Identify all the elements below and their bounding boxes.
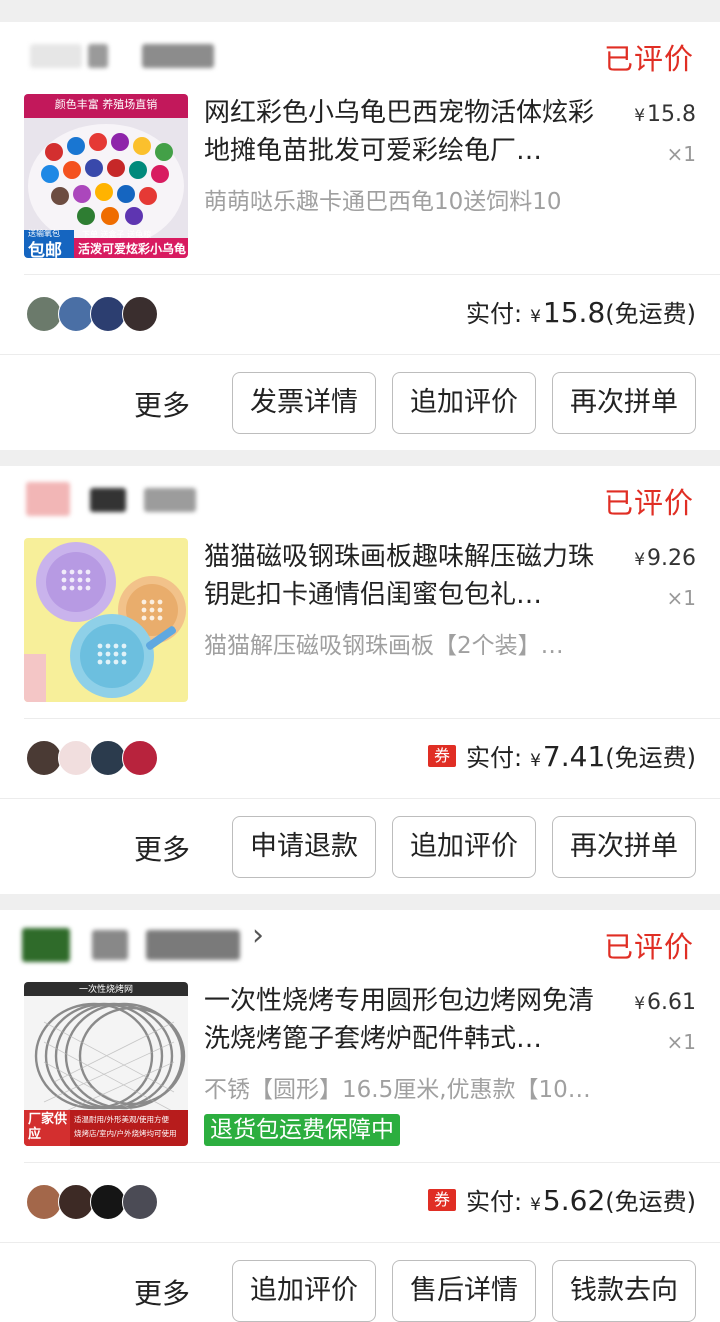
quantity: ×1 — [666, 142, 696, 166]
request-refund-button[interactable]: 申请退款 — [232, 816, 376, 878]
paid-amount: 实付: ¥ 15.8 (免运费) — [466, 296, 696, 329]
thumb-bottom-sub: 烧烤店/室内/户外烧烤均可使用 — [74, 1129, 177, 1138]
refund-tracking-button[interactable]: 钱款去向 — [552, 1260, 696, 1322]
avatar — [26, 1184, 62, 1220]
after-sales-details-button[interactable]: 售后详情 — [392, 1260, 536, 1322]
unit-price: ¥9.26 — [634, 546, 696, 571]
coupon-badge: 券 — [428, 744, 456, 767]
product-image[interactable]: 一次性烧烤网 厂家供应 适温耐用/外形美观/使用方便 烧烤店/室内/户外烧烤均可… — [24, 982, 188, 1146]
product-title[interactable]: 猫猫磁吸钢珠画板趣味解压磁力珠钥匙扣卡通情侣闺蜜包包礼… — [204, 538, 604, 614]
reorder-button[interactable]: 再次拼单 — [552, 372, 696, 434]
thumb-badge: 厂家供应 — [28, 1112, 68, 1142]
order-card-3: › 已评价 一次性烧烤网 厂家供应 适温耐用/外形美观/使用方便 烧烤店/室内/… — [0, 910, 720, 1322]
avatar — [122, 1184, 158, 1220]
avatar — [58, 296, 94, 332]
more-button[interactable]: 更多 — [134, 828, 190, 868]
avatar — [26, 740, 62, 776]
avatar — [58, 740, 94, 776]
return-shipping-guarantee-badge: 退货包运费保障中 — [204, 1114, 400, 1146]
group-avatars[interactable] — [26, 296, 176, 332]
shop-avatar-blurred — [22, 928, 70, 962]
thumb-bottom-text: 活泼可爱炫彩小乌龟 — [78, 242, 187, 256]
order-status: 已评价 — [603, 42, 694, 76]
quantity: ×1 — [666, 1030, 696, 1054]
paid-amount: 券 实付: ¥ 5.62 (免运费) — [428, 1182, 696, 1217]
shop-name-blurred — [146, 930, 240, 960]
divider — [24, 1162, 720, 1163]
divider — [24, 718, 720, 719]
add-review-button[interactable]: 追加评价 — [392, 372, 536, 434]
paid-amount: 券 实付: ¥ 7.41 (免运费) — [428, 738, 696, 773]
avatar — [122, 740, 158, 776]
avatar — [90, 740, 126, 776]
avatar — [58, 1184, 94, 1220]
add-review-button[interactable]: 追加评价 — [392, 816, 536, 878]
product-image[interactable]: 颜色丰富 养殖场直销 送输氧包 包邮 下单 送盒子 送龟粮 活泼可爱炫彩小乌龟 — [24, 94, 188, 258]
divider — [24, 274, 720, 275]
more-button[interactable]: 更多 — [134, 384, 190, 424]
product-title[interactable]: 网红彩色小乌龟巴西宠物活体炫彩地摊龟苗批发可爱彩绘龟厂… — [204, 94, 604, 170]
order-actions: 更多 申请退款 追加评价 再次拼单 — [0, 816, 720, 878]
order-actions: 更多 发票详情 追加评价 再次拼单 — [0, 372, 720, 434]
product-title[interactable]: 一次性烧烤专用圆形包边烤网免清洗烧烤篦子套烤炉配件韩式… — [204, 982, 604, 1058]
shop-name-blurred — [90, 488, 126, 512]
thumb-top-text: 颜色丰富 养殖场直销 — [54, 98, 158, 111]
coupon-badge: 券 — [428, 1188, 456, 1211]
divider — [0, 798, 720, 799]
shop-avatar-blurred — [26, 482, 70, 516]
divider — [0, 1242, 720, 1243]
product-spec: 萌萌哒乐趣卡通巴西龟10送饲料10 — [204, 189, 562, 215]
avatar — [122, 296, 158, 332]
order-status: 已评价 — [603, 930, 694, 964]
add-review-button[interactable]: 追加评价 — [232, 1260, 376, 1322]
product-image[interactable] — [24, 538, 188, 702]
order-card-1: 已评价 颜色丰富 养殖场直销 送输氧包 包邮 下单 送盒子 送龟粮 活泼可爱炫彩… — [0, 22, 720, 450]
avatar — [90, 296, 126, 332]
thumb-bottom-sub: 下单 送盒子 送龟粮 — [82, 230, 152, 239]
shop-avatar-blurred — [30, 44, 82, 68]
shop-name-blurred — [142, 44, 214, 68]
product-spec: 猫猫解压磁吸钢珠画板【2个装】… — [204, 633, 564, 659]
shop-name-blurred — [144, 488, 196, 512]
divider — [0, 354, 720, 355]
shop-name-blurred — [92, 930, 128, 960]
shop-name-blurred — [88, 44, 108, 68]
order-status: 已评价 — [603, 486, 694, 520]
order-card-2: 已评价 猫猫磁吸钢珠画板趣味解压磁力珠钥匙扣卡通情侣闺蜜包包礼… ¥9.26 ×… — [0, 466, 720, 894]
product-spec: 不锈【圆形】16.5厘米,优惠款【10… — [204, 1077, 591, 1103]
unit-price: ¥6.61 — [634, 990, 696, 1015]
reorder-button[interactable]: 再次拼单 — [552, 816, 696, 878]
quantity: ×1 — [666, 586, 696, 610]
avatar — [90, 1184, 126, 1220]
order-actions: 更多 追加评价 售后详情 钱款去向 — [0, 1260, 720, 1322]
thumb-bottom-text: 适温耐用/外形美观/使用方便 — [74, 1115, 170, 1124]
thumb-top-text: 一次性烧烤网 — [78, 985, 133, 995]
group-avatars[interactable] — [26, 1184, 176, 1220]
avatar — [26, 296, 62, 332]
thumb-badge: 包邮 — [28, 241, 62, 258]
chevron-right-icon: › — [252, 918, 264, 953]
group-avatars[interactable] — [26, 740, 176, 776]
unit-price: ¥15.8 — [634, 102, 696, 127]
invoice-details-button[interactable]: 发票详情 — [232, 372, 376, 434]
more-button[interactable]: 更多 — [134, 1272, 190, 1312]
